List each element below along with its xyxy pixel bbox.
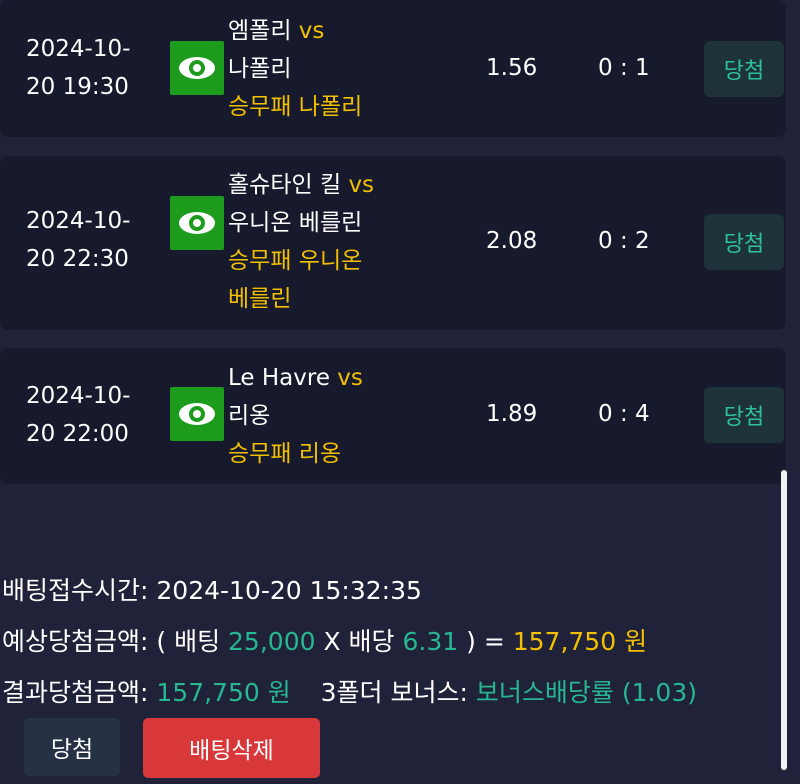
away-team: 우니온 베를린 (228, 210, 363, 236)
bet-pick-cont: 베를린 (228, 286, 292, 312)
match-datetime: 2024-10- 20 19:30 (26, 30, 156, 106)
expected-line: 예상당첨금액: ( 배팅 25,000 X 배당 6.31 ) = 157,75… (2, 625, 647, 659)
equals-label: ) = (466, 627, 505, 656)
away-team: 리옹 (228, 403, 271, 429)
match-time: 20 22:30 (26, 246, 129, 272)
bet-pick: 승무패 우니온 (228, 248, 363, 274)
vs-label: vs (298, 18, 325, 44)
match-card: 2024-10- 20 19:30 엠폴리 vs 나폴리 승무패 나폴리 1.5… (0, 0, 786, 137)
match-date: 2024-10- (26, 383, 131, 409)
home-team: 홀슈타인 킬 (228, 172, 342, 198)
total-odds: 6.31 (402, 627, 459, 656)
match-teams: 엠폴리 vs 나폴리 승무패 나폴리 (228, 12, 418, 126)
match-odds: 1.89 (486, 401, 538, 427)
result-badge[interactable]: 당첨 (704, 41, 784, 97)
match-score: 0 : 2 (598, 228, 650, 254)
result-line: 결과당첨금액: 157,750 원 3폴더 보너스: 보너스배당률 (1.03) (2, 676, 697, 710)
eye-icon[interactable] (170, 41, 224, 95)
match-card: 2024-10- 20 22:30 홀슈타인 킬 vs 우니온 베를린 승무패 … (0, 156, 786, 330)
eye-icon[interactable] (170, 196, 224, 250)
vs-label: vs (337, 365, 363, 391)
match-teams: Le Havre vs 리옹 승무패 리옹 (228, 359, 418, 473)
bet-time-line: 배팅접수시간: 2024-10-20 15:32:35 (2, 574, 422, 608)
delete-bet-button[interactable]: 배팅삭제 (143, 718, 320, 778)
match-datetime: 2024-10- 20 22:00 (26, 377, 156, 453)
eye-icon[interactable] (170, 387, 224, 441)
match-card: 2024-10- 20 22:00 Le Havre vs 리옹 승무패 리옹 … (0, 348, 786, 484)
match-score: 0 : 1 (598, 55, 650, 81)
bet-time-value: 2024-10-20 15:32:35 (156, 576, 422, 605)
match-date: 2024-10- (26, 208, 131, 234)
result-label: 결과당첨금액: (2, 678, 149, 707)
vs-label: vs (348, 172, 375, 198)
match-teams: 홀슈타인 킬 vs 우니온 베를린 승무패 우니온 베를린 (228, 166, 418, 318)
home-team: 엠폴리 (228, 18, 292, 44)
bonus-label: 3폴더 보너스: (320, 678, 468, 707)
win-button[interactable]: 당첨 (24, 718, 120, 776)
match-date: 2024-10- (26, 36, 131, 62)
away-team: 나폴리 (228, 56, 292, 82)
match-time: 20 22:00 (26, 421, 129, 447)
bet-pick: 승무패 리옹 (228, 441, 342, 467)
bet-amount: 25,000 (228, 627, 316, 656)
bonus-value: 보너스배당률 (1.03) (475, 678, 697, 707)
result-badge[interactable]: 당첨 (704, 214, 784, 270)
match-odds: 2.08 (486, 228, 538, 254)
scrollbar[interactable] (781, 470, 787, 770)
expected-label: 예상당첨금액: ( 배팅 (2, 627, 221, 656)
x-label: X 배당 (323, 627, 395, 656)
match-datetime: 2024-10- 20 22:30 (26, 202, 156, 278)
home-team: Le Havre (228, 365, 330, 391)
match-odds: 1.56 (486, 55, 538, 81)
match-score: 0 : 4 (598, 401, 650, 427)
expected-amount: 157,750 원 (512, 627, 648, 656)
bet-time-label: 배팅접수시간: (2, 576, 149, 605)
result-amount: 157,750 원 (156, 678, 291, 707)
result-badge[interactable]: 당첨 (704, 387, 784, 443)
match-time: 20 19:30 (26, 74, 129, 100)
bet-pick: 승무패 나폴리 (228, 94, 363, 120)
